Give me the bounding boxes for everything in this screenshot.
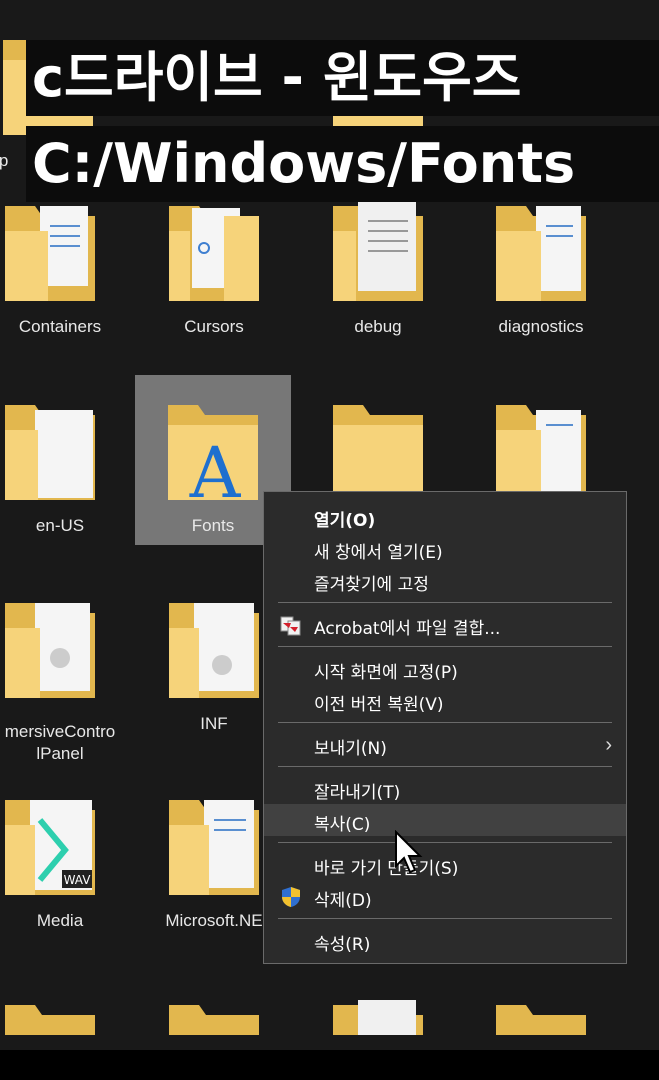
caption-line-1: c드라이브 - 윈도우즈 <box>26 40 659 116</box>
menu-item-pin-start[interactable]: 시작 화면에 고정(P) <box>264 652 626 684</box>
menu-item-send-to[interactable]: 보내기(N) › <box>264 728 626 760</box>
menu-item-label: Acrobat에서 파일 결합... <box>314 619 501 639</box>
menu-item-label: 열기(O) <box>314 511 376 531</box>
folder-icon <box>333 405 423 500</box>
folder-label-text: mersiveContro lPanel <box>4 722 116 763</box>
folder-icon <box>333 1000 423 1035</box>
folder-icon <box>333 201 423 301</box>
folder-item[interactable] <box>300 975 456 1035</box>
folder-item[interactable] <box>463 975 619 1035</box>
menu-item-open[interactable]: 열기(O) <box>264 500 626 532</box>
menu-separator <box>278 842 612 843</box>
folder-icon <box>169 206 259 301</box>
folder-item-en-us[interactable]: en-US <box>0 375 128 545</box>
menu-item-label: 시작 화면에 고정(P) <box>314 663 458 683</box>
folder-icon <box>5 603 95 698</box>
folder-label: Containers <box>18 317 102 336</box>
caption-line-2: C:/Windows/Fonts <box>26 126 659 202</box>
svg-text:WAV: WAV <box>64 873 92 887</box>
menu-item-delete[interactable]: 삭제(D) <box>264 880 626 912</box>
menu-item-label: 새 창에서 열기(E) <box>314 543 443 563</box>
folder-icon <box>169 603 259 698</box>
fonts-folder-icon: A <box>168 405 258 505</box>
menu-item-acrobat-combine[interactable]: Acrobat에서 파일 결합... <box>264 608 626 640</box>
menu-item-cut[interactable]: 잘라내기(T) <box>264 772 626 804</box>
menu-item-label: 복사(C) <box>314 815 371 835</box>
mouse-cursor-icon <box>395 830 423 874</box>
menu-separator <box>278 918 612 919</box>
menu-item-label: 잘라내기(T) <box>314 783 401 803</box>
menu-item-create-shortcut[interactable]: 바로 가기 만들기(S) <box>264 848 626 880</box>
bottom-bar <box>0 1050 659 1080</box>
uac-shield-icon <box>282 887 300 907</box>
folder-icon <box>169 800 259 895</box>
folder-item[interactable] <box>136 975 292 1035</box>
menu-item-label: 바로 가기 만들기(S) <box>314 859 459 879</box>
folder-icon <box>5 206 95 301</box>
menu-item-label: 즐겨찾기에 고정 <box>314 575 429 595</box>
menu-item-label: 보내기(N) <box>314 739 387 759</box>
folder-icon <box>5 405 95 500</box>
context-menu: 열기(O) 새 창에서 열기(E) 즐겨찾기에 고정 Acrobat에서 파일 … <box>263 491 627 964</box>
folder-label: en-US <box>35 516 85 535</box>
menu-separator <box>278 602 612 603</box>
menu-item-pin-quick-access[interactable]: 즐겨찾기에 고정 <box>264 564 626 596</box>
folder-icon <box>496 206 586 301</box>
menu-separator <box>278 722 612 723</box>
menu-item-label: 이전 버전 복원(V) <box>314 695 444 715</box>
folder-item-immersivecontrolpanel[interactable]: mersiveContro lPanel <box>0 573 128 763</box>
folder-icon <box>496 1005 586 1035</box>
menu-item-label: 삭제(D) <box>314 891 372 911</box>
folder-label: debug <box>354 317 402 336</box>
folder-icon: WAV <box>5 800 95 895</box>
folder-label: mersiveContro lPanel <box>0 721 138 765</box>
folder-icon <box>169 1005 259 1035</box>
folder-label: Cursors <box>184 317 244 336</box>
folder-item-media[interactable]: WAV Media <box>0 770 128 940</box>
menu-item-restore-previous[interactable]: 이전 버전 복원(V) <box>264 684 626 716</box>
menu-item-copy[interactable]: 복사(C) <box>264 804 626 836</box>
menu-item-label: 속성(R) <box>314 935 371 955</box>
folder-icon <box>5 1005 95 1035</box>
folder-item[interactable] <box>0 975 128 1035</box>
menu-item-open-new-window[interactable]: 새 창에서 열기(E) <box>264 532 626 564</box>
folder-label: Media <box>36 911 84 930</box>
folder-label: diagnostics <box>498 317 584 336</box>
menu-item-properties[interactable]: 속성(R) <box>264 924 626 956</box>
svg-text:A: A <box>189 432 242 505</box>
menu-separator <box>278 646 612 647</box>
acrobat-icon <box>280 616 301 636</box>
chevron-right-icon: › <box>605 734 612 756</box>
folder-icon <box>496 405 586 500</box>
menu-separator <box>278 766 612 767</box>
